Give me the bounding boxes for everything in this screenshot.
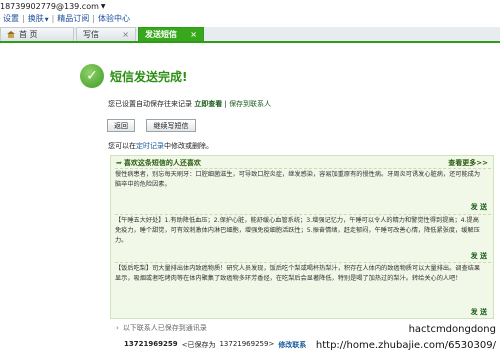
menu-subscription[interactable]: 精品订阅 (54, 13, 92, 24)
message-text: 慢性病患者，别忘每天刷牙：口腔细菌滋生，可导致口腔炎症，继发感染，容易加重原有的… (115, 171, 481, 188)
link-divider: | (224, 100, 227, 108)
watermark-line2: http://home.zhubajie.com/6530309/ (315, 340, 496, 351)
tab-home-label: 首 页 (19, 30, 38, 39)
tab-home[interactable]: 首 页 (0, 27, 74, 41)
edit-contact-link[interactable]: 修改联系 (278, 340, 306, 350)
manage-suffix: 中修改或删除。 (164, 142, 213, 150)
saved-contacts-header: › 以下联系人已保存到通讯录 (116, 323, 207, 333)
saved-as-label: <已保存为 (181, 341, 216, 349)
menu-skin[interactable]: 换肤▼ (25, 13, 52, 24)
tab-send-sms-label: 发送短信 (145, 30, 177, 39)
arrow-right-icon: ➡ (116, 158, 122, 167)
save-to-contacts-link[interactable]: 保存到联系人 (229, 100, 271, 108)
chevron-right-icon: › (116, 324, 119, 332)
chevron-down-icon: ▼ (44, 17, 49, 23)
back-button[interactable]: 返回 (107, 119, 135, 132)
manage-note: 您可以在定时记录中修改或删除。 (108, 141, 213, 151)
chevron-down-icon: ▼ (100, 2, 106, 10)
watermark-line1: hactcmdongdong (408, 324, 496, 335)
message-text: 【饭后吃梨】司大量排出体内致癌物质！研究人员发现，饭后吃个梨或喝杯热梨汁，积存在… (115, 265, 481, 282)
account-menu[interactable]: 18739902779@139.com ▼ (0, 1, 106, 11)
saved-name: 13721969259> (219, 340, 275, 348)
account-email: 18739902779@139.com (0, 1, 99, 11)
top-bar: 18739902779@139.com ▼ 设置 | 换肤▼ | 精品订阅 | … (0, 0, 500, 28)
menu-experience[interactable]: 体验中心 (95, 13, 133, 24)
message-text: 【午睡五大好处】1.有助降低血压；2.保护心脏，能舒缓心血管系统；3.增强记忆力… (115, 217, 480, 244)
send-button[interactable]: 发 送 (471, 251, 487, 261)
list-item: 慢性病患者，别忘每天刷牙：口腔细菌滋生，可导致口腔炎症，继发感染，容易加重原有的… (115, 168, 491, 214)
saved-contact-row: 13721969259 <已保存为 13721969259> 修改联系 (124, 340, 306, 350)
tab-write[interactable]: 写信 × (76, 27, 136, 41)
manage-prefix: 您可以在 (108, 142, 136, 150)
menu-skin-label: 换肤 (27, 14, 44, 23)
list-item: 【午睡五大好处】1.有助降低血压；2.保护心脏，能舒缓心血管系统；3.增强记忆力… (115, 214, 491, 262)
menu-settings[interactable]: 设置 (0, 13, 22, 24)
close-icon[interactable]: × (190, 30, 197, 39)
scheduled-records-link[interactable]: 定时记录 (136, 142, 164, 150)
tab-send-sms[interactable]: 发送短信 × (138, 27, 204, 41)
close-icon[interactable]: × (122, 30, 129, 39)
saved-contacts-label: 以下联系人已保存到通讯录 (122, 324, 207, 332)
continue-sms-button[interactable]: 继续写短信 (146, 119, 196, 132)
panel-title: 喜欢这条短信的人还喜欢 (123, 158, 201, 167)
tab-bar: 首 页 写信 × 发送短信 × (0, 27, 500, 43)
success-title: 短信发送完成! (110, 69, 188, 84)
view-more-link[interactable]: 查看更多>> (448, 158, 488, 168)
recommend-panel: ➡ 喜欢这条短信的人还喜欢 查看更多>> 慢性病患者，别忘每天刷牙：口腔细菌滋生… (110, 155, 494, 319)
home-icon (7, 31, 15, 38)
view-now-link[interactable]: 立即查看 (194, 100, 222, 108)
tab-write-label: 写信 (83, 30, 99, 39)
success-banner: ✓ 短信发送完成! (80, 64, 187, 88)
save-note-text: 您已设置自动保存往来记录 (108, 100, 192, 108)
contact-number: 13721969259 (124, 340, 178, 348)
send-button[interactable]: 发 送 (471, 307, 487, 317)
list-item: 【饭后吃梨】司大量排出体内致癌物质！研究人员发现，饭后吃个梨或喝杯热梨汁，积存在… (115, 262, 491, 318)
top-menu: 设置 | 换肤▼ | 精品订阅 | 体验中心 (0, 13, 133, 24)
checkmark-icon: ✓ (80, 64, 104, 88)
save-note: 您已设置自动保存往来记录 立即查看 | 保存到联系人 (108, 99, 271, 109)
send-button[interactable]: 发 送 (471, 202, 487, 212)
